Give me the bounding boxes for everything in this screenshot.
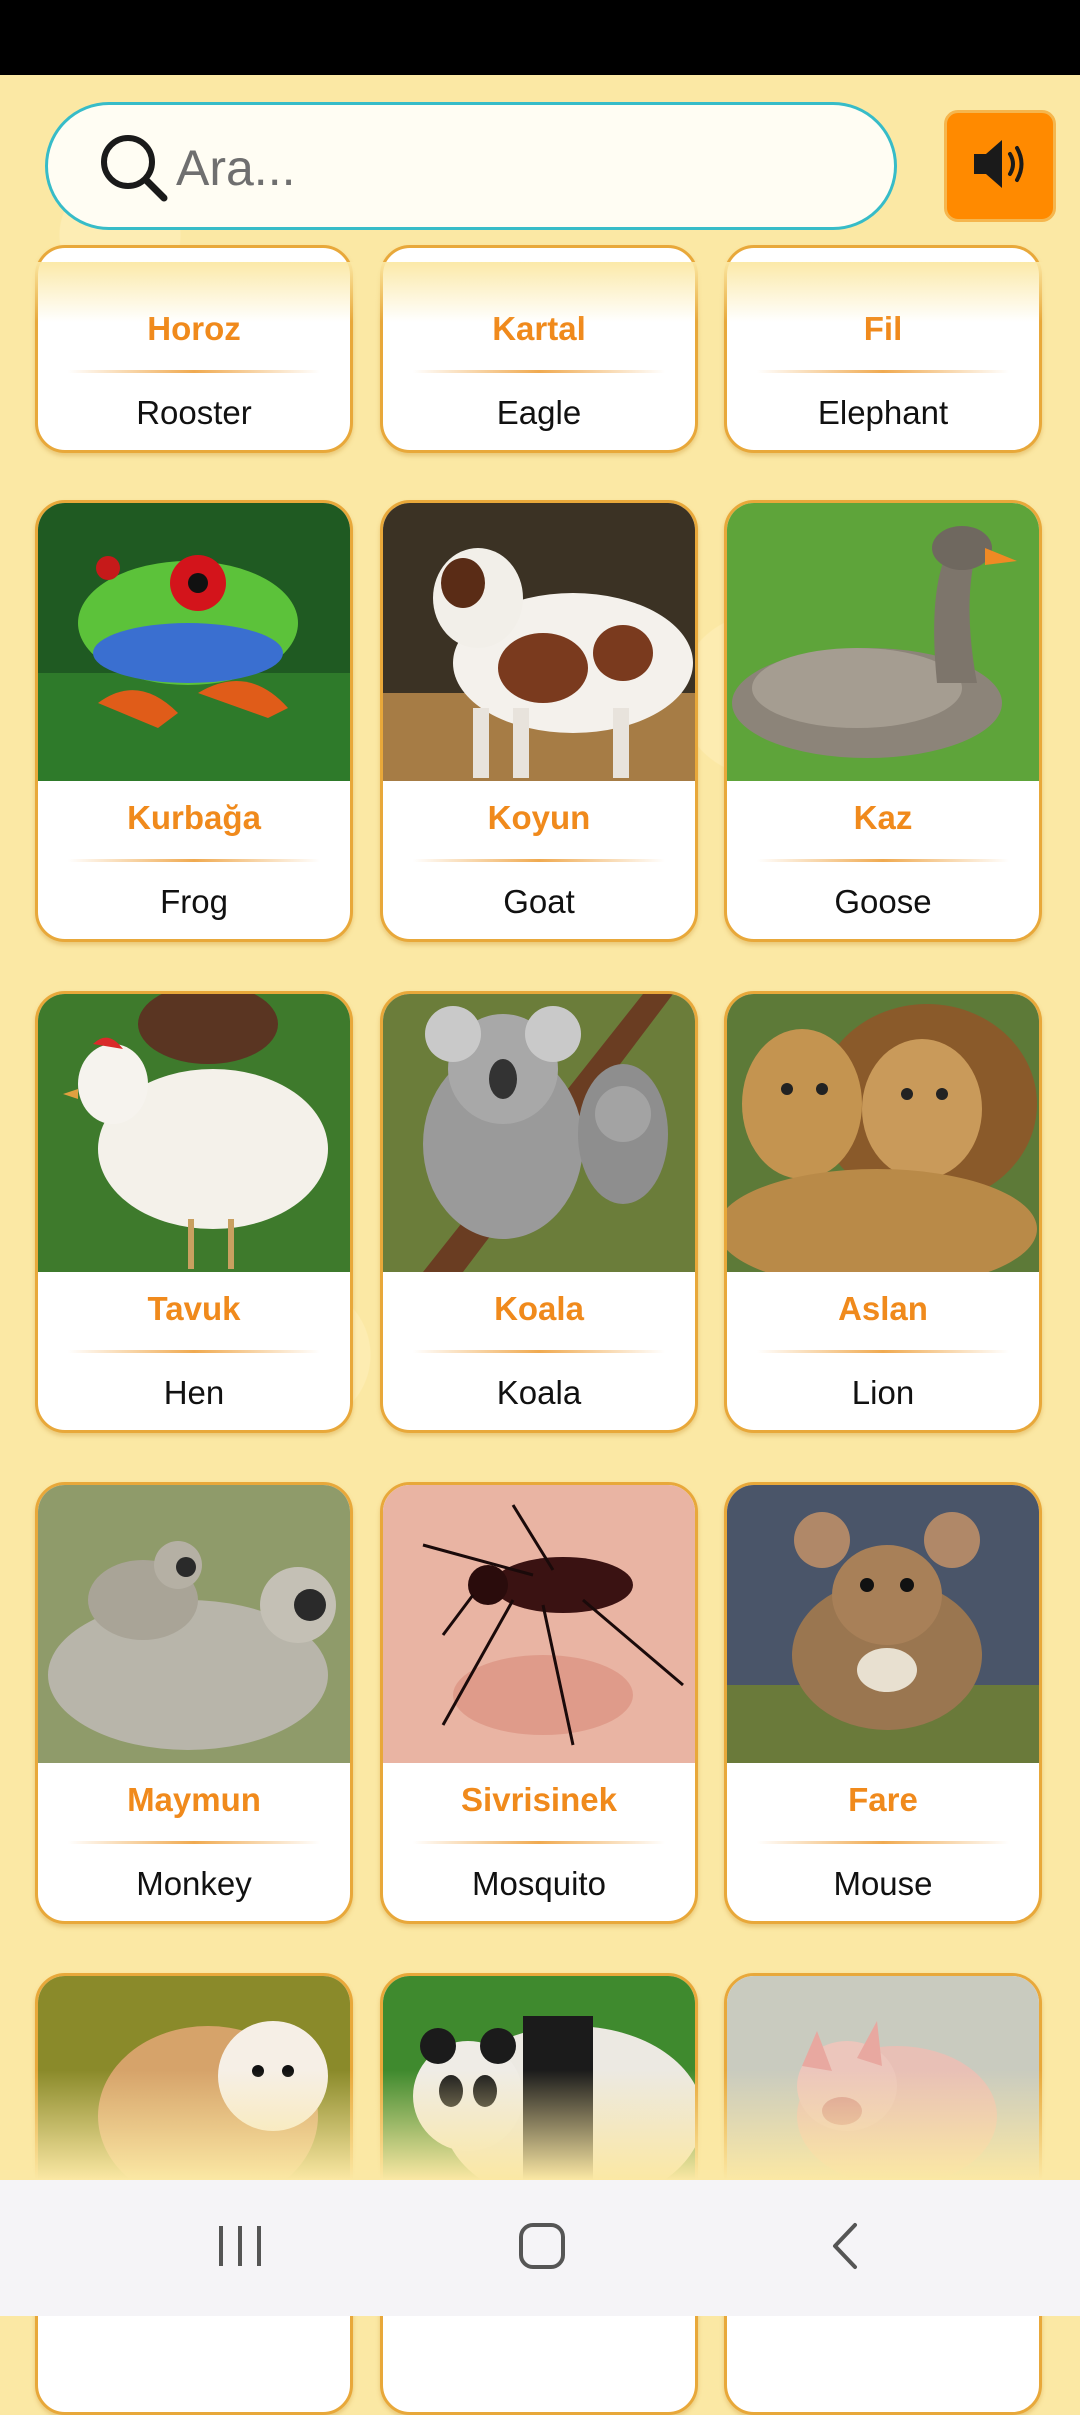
card-divider <box>757 1350 1009 1353</box>
animal-card-frog[interactable]: Kurbağa Frog <box>35 500 353 942</box>
sound-toggle-button[interactable] <box>944 110 1056 222</box>
goat-photo <box>383 503 695 781</box>
animal-card-goat[interactable]: Koyun Goat <box>380 500 698 942</box>
card-divider <box>413 1841 665 1844</box>
search-bar[interactable] <box>45 102 897 230</box>
card-divider <box>757 859 1009 862</box>
card-divider <box>413 859 665 862</box>
animal-card-mouse[interactable]: Fare Mouse <box>724 1482 1042 1924</box>
card-divider <box>757 1841 1009 1844</box>
turkish-name: Kurbağa <box>127 799 261 836</box>
english-name: Mosquito <box>472 1865 606 1902</box>
mouse-photo <box>727 1485 1039 1763</box>
card-divider <box>413 370 665 373</box>
english-name: Lion <box>851 1374 915 1411</box>
english-name: Goat <box>503 883 575 920</box>
card-divider <box>68 1841 320 1844</box>
turkish-name: Tavuk <box>147 1290 241 1327</box>
english-name: Elephant <box>817 394 949 431</box>
card-divider <box>413 1350 665 1353</box>
back-icon <box>825 2221 865 2276</box>
english-name: Eagle <box>496 394 582 431</box>
english-name: Mouse <box>833 1865 933 1902</box>
animal-card-hen[interactable]: Tavuk Hen <box>35 991 353 1433</box>
animal-card-goose[interactable]: Kaz Goose <box>724 500 1042 942</box>
animal-card-rooster[interactable]: Horoz Rooster <box>35 245 353 453</box>
home-button[interactable] <box>487 2210 597 2286</box>
animal-card-koala[interactable]: Koala Koala <box>380 991 698 1433</box>
animal-card-mosquito[interactable]: Sivrisinek Mosquito <box>380 1482 698 1924</box>
frog-photo <box>38 503 350 781</box>
monkey-photo <box>38 1485 350 1763</box>
lion-photo <box>727 994 1039 1272</box>
recent-apps-icon <box>215 2224 265 2273</box>
recent-apps-button[interactable] <box>185 2210 295 2286</box>
animal-card-elephant[interactable]: Fil Elephant <box>724 245 1042 453</box>
turkish-name: Kaz <box>853 799 913 836</box>
system-navigation-bar <box>0 2180 1080 2316</box>
back-button[interactable] <box>790 2210 900 2286</box>
goose-photo <box>727 503 1039 781</box>
animal-card-monkey[interactable]: Maymun Monkey <box>35 1482 353 1924</box>
turkish-name: Horoz <box>147 310 241 347</box>
english-name: Monkey <box>136 1865 252 1902</box>
search-icon <box>98 132 168 202</box>
turkish-name: Koala <box>494 1290 584 1327</box>
card-divider <box>68 859 320 862</box>
card-divider <box>757 370 1009 373</box>
home-icon <box>517 2221 567 2276</box>
animal-card-eagle[interactable]: Kartal Eagle <box>380 245 698 453</box>
search-input[interactable] <box>174 127 858 209</box>
card-divider <box>68 370 320 373</box>
speaker-icon <box>970 136 1030 197</box>
turkish-name: Sivrisinek <box>461 1781 617 1818</box>
english-name: Rooster <box>136 394 252 431</box>
turkish-name: Fil <box>863 310 903 347</box>
english-name: Goose <box>834 883 932 920</box>
english-name: Koala <box>496 1374 582 1411</box>
turkish-name: Aslan <box>838 1290 928 1327</box>
turkish-name: Koyun <box>487 799 591 836</box>
card-divider <box>68 1350 320 1353</box>
english-name: Frog <box>160 883 228 920</box>
english-name: Hen <box>163 1374 225 1411</box>
turkish-name: Fare <box>848 1781 918 1818</box>
animal-grid[interactable]: Horoz Rooster Kartal Eagle Fil Elephant … <box>0 0 1080 2415</box>
turkish-name: Maymun <box>127 1781 261 1818</box>
hen-photo <box>38 994 350 1272</box>
turkish-name: Kartal <box>492 310 586 347</box>
koala-photo <box>383 994 695 1272</box>
mosquito-photo <box>383 1485 695 1763</box>
animal-card-lion[interactable]: Aslan Lion <box>724 991 1042 1433</box>
